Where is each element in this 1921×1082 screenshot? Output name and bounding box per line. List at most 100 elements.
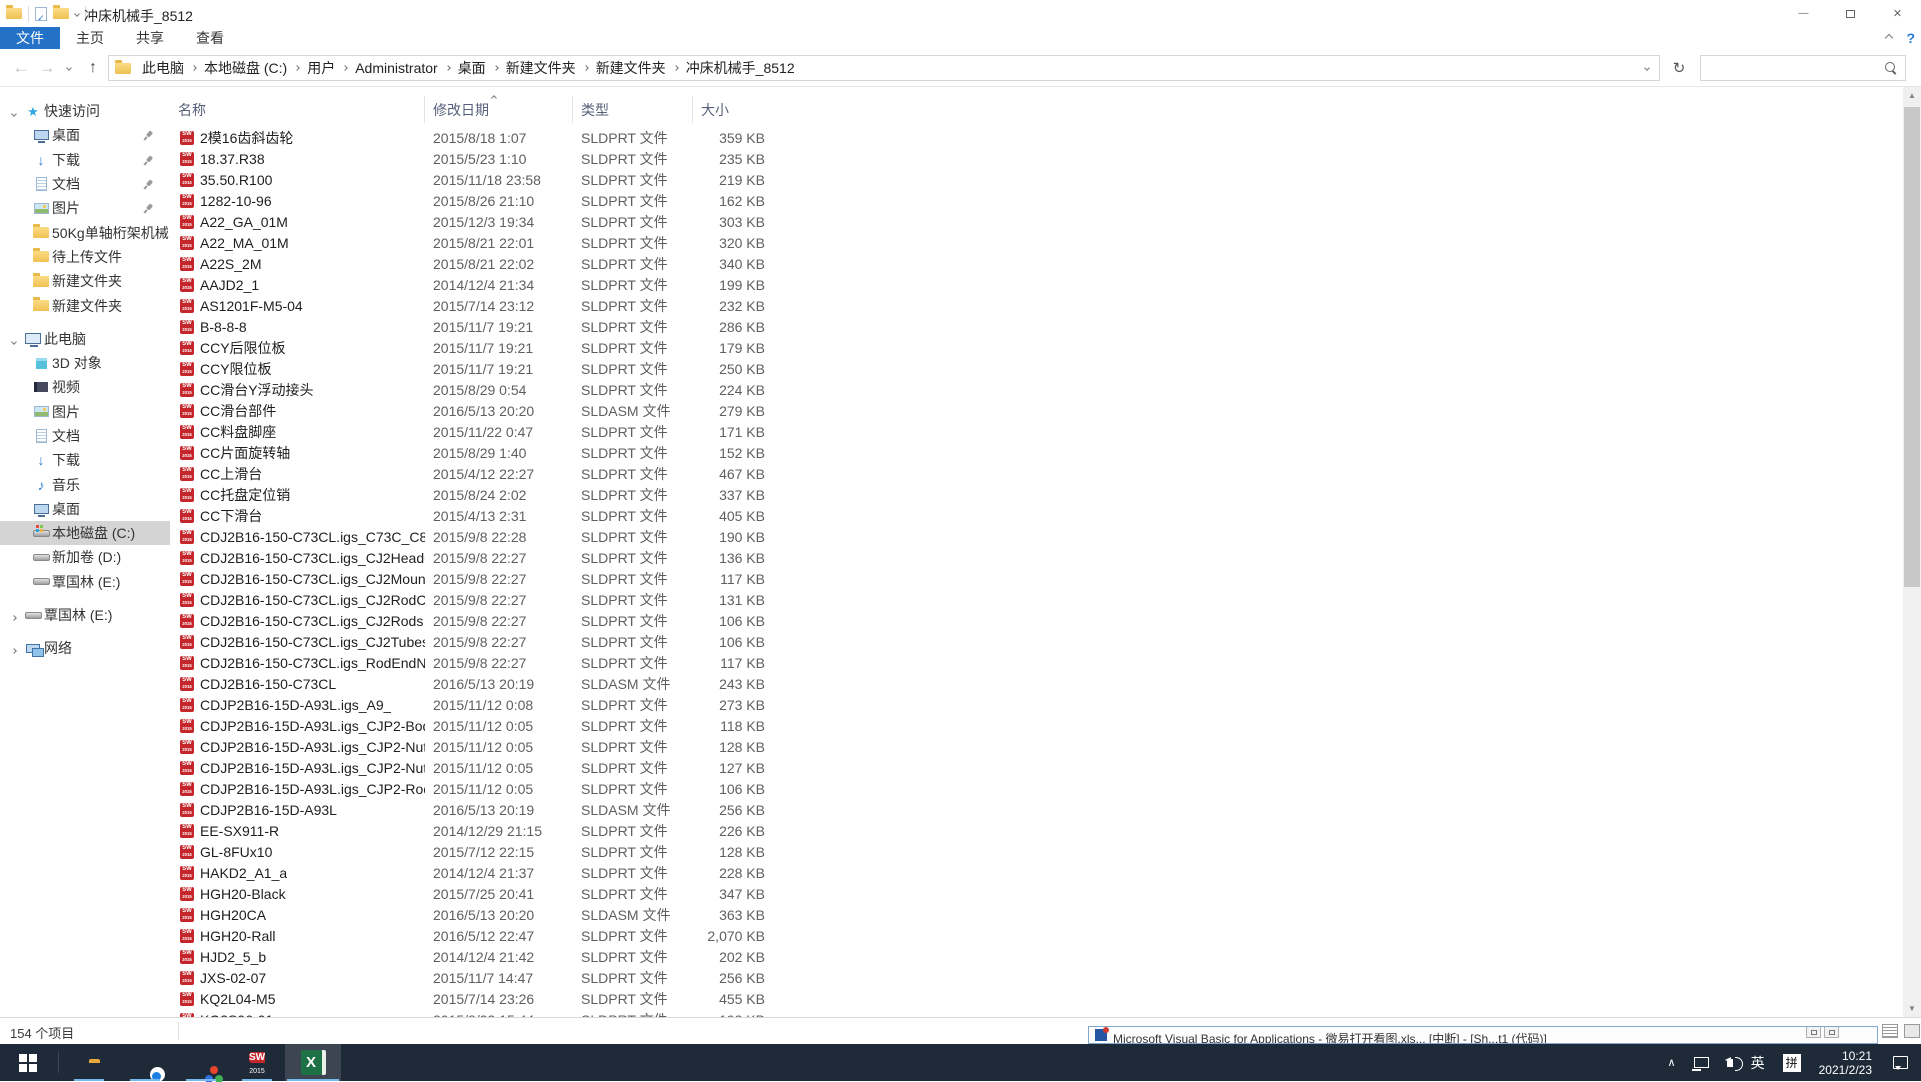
table-row[interactable]: SW2015CCY限位板2015/11/7 19:21SLDPRT 文件250 … [172, 358, 1903, 379]
scrollbar-thumb[interactable] [1904, 107, 1920, 587]
table-row[interactable]: SW2015CC料盘脚座2015/11/22 0:47SLDPRT 文件171 … [172, 421, 1903, 442]
taskbar-excel-button[interactable]: X [285, 1044, 341, 1081]
tab-共享[interactable]: 共享 [120, 27, 180, 49]
sidebar-item-视频[interactable]: 视频 [0, 375, 170, 399]
sidebar-item-下载[interactable]: 下载 [0, 148, 170, 172]
sidebar-item-图片[interactable]: 图片 [0, 196, 170, 220]
breadcrumb-chevron-icon[interactable] [493, 65, 499, 71]
table-row[interactable]: SW2015CC下滑台2015/4/13 2:31SLDPRT 文件405 KB [172, 505, 1903, 526]
sidebar-section-快速访问[interactable]: 快速访问 [0, 99, 170, 123]
forward-button[interactable]: → [34, 49, 60, 87]
network-icon[interactable] [1685, 1044, 1718, 1081]
taskbar-solidworks-2015-button[interactable]: SW2015 [229, 1044, 285, 1081]
breadcrumb-chevron-icon[interactable] [445, 65, 451, 71]
sidebar-item-待上传文件[interactable]: 待上传文件 [0, 245, 170, 269]
table-row[interactable]: SW2015AS1201F-M5-042015/7/14 23:12SLDPRT… [172, 295, 1903, 316]
expand-ribbon-chevron-icon[interactable] [1885, 34, 1893, 42]
volume-icon[interactable] [1718, 1044, 1742, 1081]
table-row[interactable]: SW2015CDJ2B16-150-C73CL.igs_CJ2RodCover2… [172, 589, 1903, 610]
help-icon[interactable]: ? [1906, 30, 1915, 46]
table-row[interactable]: SW2015CC滑台Y浮动接头2015/8/29 0:54SLDPRT 文件22… [172, 379, 1903, 400]
table-row[interactable]: SW2015HGH20-Rall2016/5/12 22:47SLDPRT 文件… [172, 925, 1903, 946]
column-header-name[interactable]: 名称 [172, 96, 425, 123]
sidebar-item-文档[interactable]: 文档 [0, 172, 170, 196]
sidebar-item-50Kg单轴桁架机械[interactable]: 50Kg单轴桁架机械 [0, 220, 170, 244]
vba-maximize-button[interactable] [1824, 1026, 1839, 1038]
details-view-button[interactable] [1882, 1024, 1898, 1038]
sidebar-item-覃国林 (E:)[interactable]: 覃国林 (E:) [0, 570, 170, 594]
table-row[interactable]: SW201518.37.R382015/5/23 1:10SLDPRT 文件23… [172, 148, 1903, 169]
table-row[interactable]: SW2015CC托盘定位销2015/8/24 2:02SLDPRT 文件337 … [172, 484, 1903, 505]
sidebar-item-下载[interactable]: 下载 [0, 448, 170, 472]
taskbar-file-explorer-button[interactable] [61, 1044, 117, 1081]
column-header-type[interactable]: 类型 [573, 96, 693, 123]
sidebar-item-新建文件夹[interactable]: 新建文件夹 [0, 269, 170, 293]
breadcrumb-item[interactable]: 本地磁盘 (C:) [197, 56, 294, 80]
table-row[interactable]: SW2015CDJP2B16-15D-A93L.igs_CJP2-Nut2015… [172, 736, 1903, 757]
table-row[interactable]: SW2015CDJ2B16-150-C73CL.igs_CJ2MountNut2… [172, 568, 1903, 589]
table-row[interactable]: SW2015CDJP2B16-15D-A93L.igs_CJP2-Body201… [172, 715, 1903, 736]
table-row[interactable]: SW2015A22_MA_01M2015/8/21 22:01SLDPRT 文件… [172, 232, 1903, 253]
table-row[interactable]: SW20152模16齿斜齿轮2015/8/18 1:07SLDPRT 文件359… [172, 127, 1903, 148]
table-row[interactable]: SW2015A22S_2M2015/8/21 22:02SLDPRT 文件340… [172, 253, 1903, 274]
column-header-size[interactable]: 大小 [693, 96, 771, 123]
table-row[interactable]: SW2015CDJ2B16-150-C73CL2016/5/13 20:19SL… [172, 673, 1903, 694]
table-row[interactable]: SW2015CDJ2B16-150-C73CL.igs_CJ2HeadCov..… [172, 547, 1903, 568]
table-row[interactable]: SW2015CDJP2B16-15D-A93L.igs_A9_2015/11/1… [172, 694, 1903, 715]
taskbar-qq-browser-button[interactable] [117, 1044, 173, 1081]
taskbar-start-button[interactable] [0, 1044, 56, 1081]
table-row[interactable]: SW2015HGH20-Black2015/7/25 20:41SLDPRT 文… [172, 883, 1903, 904]
customize-qat-chevron-icon[interactable] [74, 11, 80, 17]
table-row[interactable]: SW2015HGH20CA2016/5/13 20:20SLDASM 文件363… [172, 904, 1903, 925]
table-row[interactable]: SW2015CC上滑台2015/4/12 22:27SLDPRT 文件467 K… [172, 463, 1903, 484]
breadcrumb-chevron-icon[interactable] [342, 65, 348, 71]
breadcrumb-item[interactable]: 桌面 [451, 56, 493, 80]
table-row[interactable]: SW2015EE-SX911-R2014/12/29 21:15SLDPRT 文… [172, 820, 1903, 841]
breadcrumb-item[interactable]: Administrator [348, 56, 444, 80]
taskbar-color-dots-app-button[interactable] [173, 1044, 229, 1081]
vba-window-fragment[interactable]: Microsoft Visual Basic for Applications … [1088, 1026, 1878, 1044]
new-folder-icon[interactable] [53, 8, 69, 19]
table-row[interactable]: SW2015CDJ2B16-150-C73CL.igs_RodEndNuts20… [172, 652, 1903, 673]
back-button[interactable]: ← [8, 49, 34, 87]
table-row[interactable]: SW2015B-8-8-82015/11/7 19:21SLDPRT 文件286… [172, 316, 1903, 337]
tab-file[interactable]: 文件 [0, 27, 60, 49]
vba-restore-button[interactable] [1806, 1026, 1821, 1038]
table-row[interactable]: SW20151282-10-962015/8/26 21:10SLDPRT 文件… [172, 190, 1903, 211]
scroll-up-icon[interactable]: ▲ [1903, 87, 1921, 104]
recent-locations-chevron-icon[interactable] [60, 49, 78, 87]
address-dropdown-chevron-icon[interactable] [1635, 66, 1659, 70]
sidebar-section-网络[interactable]: 网络 [0, 636, 170, 660]
sidebar-item-新加卷 (D:)[interactable]: 新加卷 (D:) [0, 545, 170, 569]
right-chevron-icon[interactable] [11, 615, 17, 621]
table-row[interactable]: SW201535.50.R1002015/11/18 23:58SLDPRT 文… [172, 169, 1903, 190]
right-chevron-icon[interactable] [11, 649, 17, 655]
scroll-down-icon[interactable]: ▼ [1903, 1000, 1921, 1017]
table-row[interactable]: SW2015KQ2S06-012015/8/23 15:44SLDPRT 文件1… [172, 1009, 1903, 1017]
down-chevron-icon[interactable] [11, 339, 17, 345]
table-row[interactable]: SW2015JXS-02-072015/11/7 14:47SLDPRT 文件2… [172, 967, 1903, 988]
table-row[interactable]: SW2015CC片面旋转轴2015/8/29 1:40SLDPRT 文件152 … [172, 442, 1903, 463]
tab-主页[interactable]: 主页 [60, 27, 120, 49]
minimize-button[interactable] [1780, 0, 1827, 27]
breadcrumb-chevron-icon[interactable] [294, 65, 300, 71]
table-row[interactable]: SW2015HAKD2_A1_a2014/12/4 21:37SLDPRT 文件… [172, 862, 1903, 883]
breadcrumb-chevron-icon[interactable] [673, 65, 679, 71]
table-row[interactable]: SW2015CDJ2B16-150-C73CL.igs_CJ2Tubes2015… [172, 631, 1903, 652]
sidebar-section-此电脑[interactable]: 此电脑 [0, 327, 170, 351]
sidebar-section-覃国林 (E:)[interactable]: 覃国林 (E:) [0, 603, 170, 627]
sidebar-item-桌面[interactable]: 桌面 [0, 123, 170, 147]
sidebar-item-文档[interactable]: 文档 [0, 424, 170, 448]
breadcrumb-item[interactable]: 新建文件夹 [499, 56, 583, 80]
table-row[interactable]: SW2015CCY后限位板2015/11/7 19:21SLDPRT 文件179… [172, 337, 1903, 358]
ime-mode-indicator[interactable]: 拼 [1774, 1044, 1810, 1081]
up-button[interactable]: ↑ [80, 49, 106, 87]
breadcrumb-chevron-icon[interactable] [583, 65, 589, 71]
breadcrumb-item[interactable]: 用户 [300, 56, 342, 80]
breadcrumb-chevron-icon[interactable] [191, 65, 197, 71]
table-row[interactable]: SW2015CDJ2B16-150-C73CL.igs_CJ2Rods2015/… [172, 610, 1903, 631]
down-chevron-icon[interactable] [11, 111, 17, 117]
sidebar-item-新建文件夹[interactable]: 新建文件夹 [0, 293, 170, 317]
tab-查看[interactable]: 查看 [180, 27, 240, 49]
refresh-button[interactable]: ↻ [1664, 55, 1694, 81]
